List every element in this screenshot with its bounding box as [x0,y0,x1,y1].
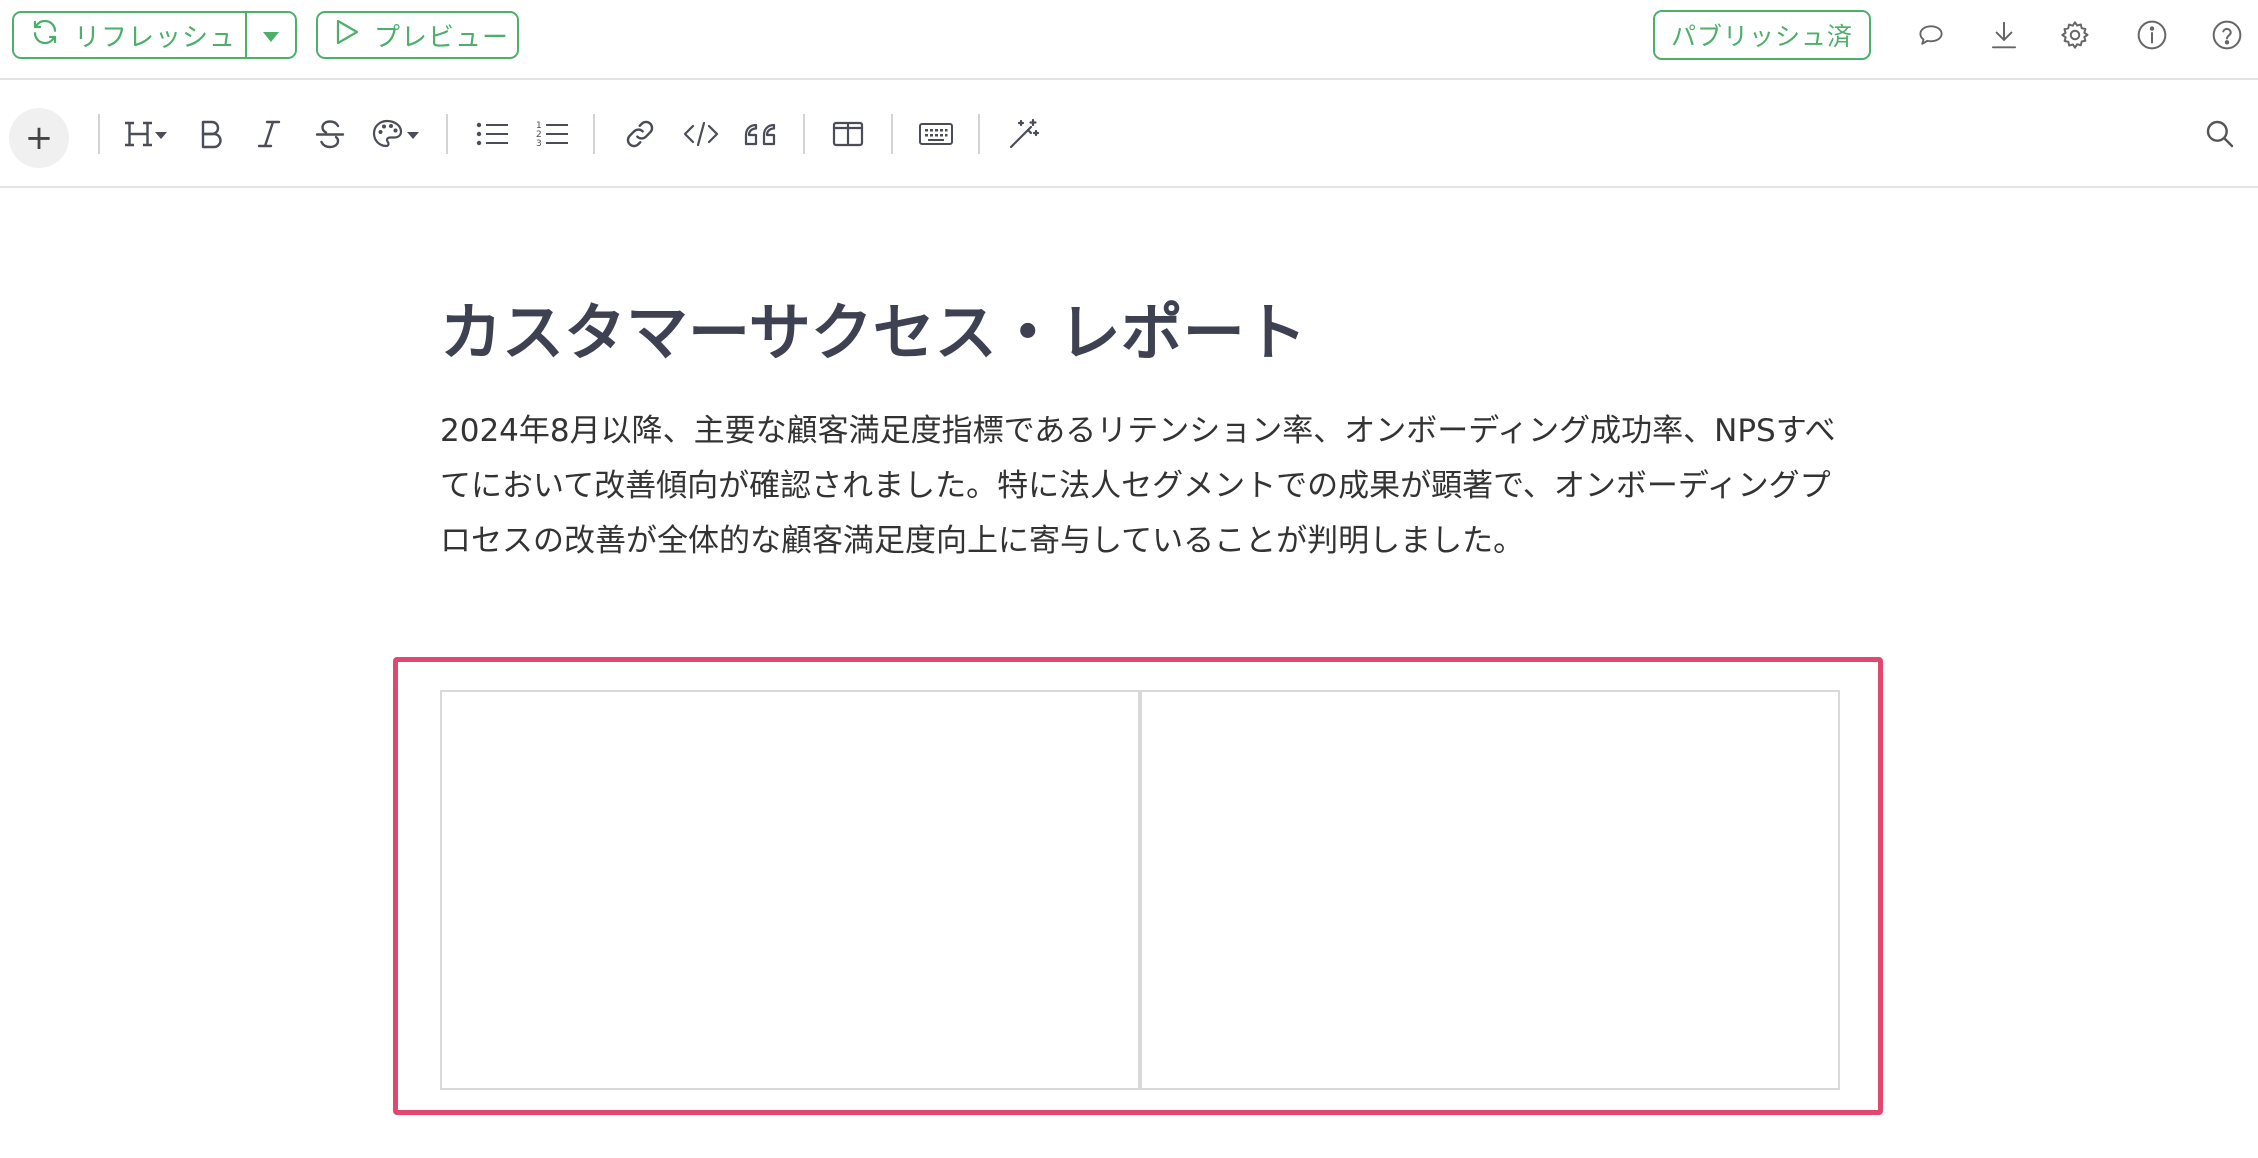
caret-down-icon [262,20,280,50]
palette-icon[interactable] [370,110,426,158]
svg-text:3: 3 [536,139,542,149]
refresh-label: リフレッシュ [74,22,237,53]
help-icon[interactable] [2208,16,2246,54]
column-left-panel[interactable] [440,690,1140,1090]
italic-icon[interactable] [252,110,286,158]
page-title: カスタマーサクセス・レポート [440,296,1307,369]
bold-icon[interactable] [194,110,228,158]
search-icon[interactable] [2200,110,2240,158]
quote-icon[interactable] [742,110,778,158]
preview-label: プレビュー [374,22,510,53]
toolbar-divider [978,114,980,154]
toolbar-divider [98,114,100,154]
gear-icon[interactable] [2056,16,2094,54]
toolbar-divider [446,114,448,154]
magic-wand-icon[interactable] [1006,110,1042,158]
publish-button[interactable]: パブリッシュ済 [1653,10,1871,60]
numbered-list-icon[interactable]: 1 2 3 [534,110,570,158]
bullet-list-icon[interactable] [474,110,510,158]
strikethrough-icon[interactable] [312,110,348,158]
info-icon[interactable] [2133,16,2171,54]
refresh-dropdown-toggle[interactable] [247,13,295,57]
heading-icon[interactable] [120,110,174,158]
summary-paragraph: 2024年8月以降、主要な顧客満足度指標であるリテンション率、オンボーディング成… [440,413,1836,559]
refresh-button[interactable]: リフレッシュ [14,13,247,57]
add-block-button[interactable]: + [9,108,69,168]
preview-button[interactable]: プレビュー [316,11,519,59]
column-right-panel[interactable] [1140,690,1840,1090]
toolbar-divider [891,114,893,154]
refresh-split-button: リフレッシュ [12,11,297,59]
toolbar-divider [803,114,805,154]
columns-icon[interactable] [830,110,866,158]
code-icon[interactable] [682,110,720,158]
keyboard-icon[interactable] [916,110,956,158]
download-icon[interactable] [1985,16,2023,54]
play-icon [334,18,360,53]
refresh-icon [30,17,60,54]
toolbar-divider [593,114,595,154]
link-icon[interactable] [622,110,658,158]
editor-toolbar: + 1 2 3 [0,80,2258,188]
comment-icon[interactable] [1912,16,1950,54]
top-bar: リフレッシュ プレビュー パブリッシュ済 [0,0,2258,80]
